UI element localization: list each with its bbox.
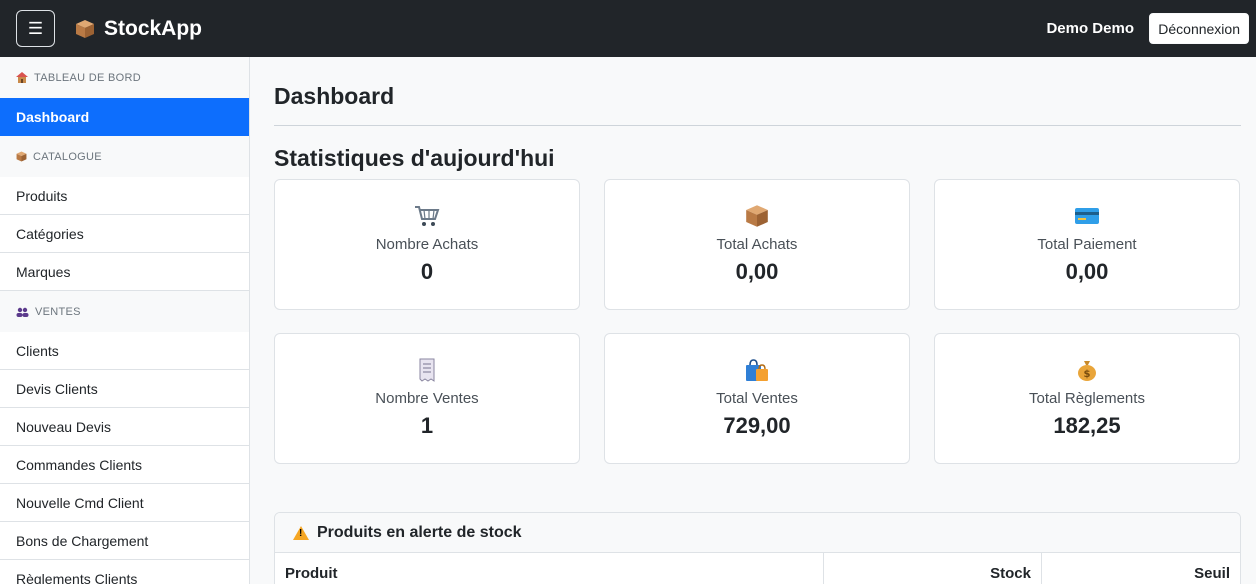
sidebar-item-produits[interactable]: Produits bbox=[0, 177, 249, 215]
page-title: Dashboard bbox=[274, 83, 395, 109]
receipt-icon bbox=[275, 358, 579, 382]
stock-alert-header: Produits en alerte de stock bbox=[275, 513, 1240, 553]
shopping-bags-icon bbox=[605, 358, 909, 382]
house-icon bbox=[16, 72, 28, 83]
package-icon bbox=[16, 151, 27, 162]
warning-icon bbox=[293, 525, 309, 540]
sidebar-item-nouveau-devis[interactable]: Nouveau Devis bbox=[0, 408, 249, 446]
stat-value: 0,00 bbox=[735, 259, 779, 284]
sidebar-item-commandes-clients[interactable]: Commandes Clients bbox=[0, 446, 249, 484]
stock-alert-title: Produits en alerte de stock bbox=[317, 523, 522, 541]
stats-title: Statistiques d'aujourd'hui bbox=[274, 145, 555, 171]
sidebar-item-dashboard[interactable]: Dashboard bbox=[0, 98, 249, 136]
logout-button[interactable]: Déconnexion bbox=[1149, 13, 1249, 44]
sidebar-item-categories[interactable]: Catégories bbox=[0, 215, 249, 253]
stat-label: Total Règlements bbox=[1029, 390, 1145, 407]
brand-name: StockApp bbox=[104, 16, 203, 40]
package-icon bbox=[605, 204, 909, 228]
stat-value: 729,00 bbox=[723, 413, 791, 438]
sidebar-section-catalogue: CATALOGUE bbox=[0, 136, 249, 177]
top-navbar: ☰ StockApp Demo Demo Déconnexion bbox=[0, 0, 1256, 57]
stat-label: Total Ventes bbox=[716, 390, 798, 407]
stat-label: Total Paiement bbox=[1037, 236, 1137, 253]
stat-card-total-achats: Total Achats 0,00 bbox=[604, 179, 910, 310]
stat-value: 182,25 bbox=[1053, 413, 1121, 438]
credit-card-icon bbox=[935, 204, 1239, 228]
menu-toggle-button[interactable]: ☰ bbox=[16, 10, 55, 47]
table-header-row: Produit Stock Seuil bbox=[275, 553, 1240, 584]
sidebar-item-nouvelle-cmd-client[interactable]: Nouvelle Cmd Client bbox=[0, 484, 249, 522]
sidebar-item-clients[interactable]: Clients bbox=[0, 332, 249, 370]
brand[interactable]: StockApp bbox=[75, 0, 202, 57]
sidebar-section-dashboard: TABLEAU DE BORD bbox=[0, 57, 249, 98]
column-header-produit[interactable]: Produit bbox=[275, 553, 824, 584]
hamburger-icon: ☰ bbox=[27, 18, 44, 38]
people-icon bbox=[16, 307, 29, 317]
column-header-seuil[interactable]: Seuil bbox=[1042, 553, 1240, 584]
sidebar-item-bons-de-chargement[interactable]: Bons de Chargement bbox=[0, 522, 249, 560]
stat-card-total-paiement: Total Paiement 0,00 bbox=[934, 179, 1240, 310]
stat-card-nombre-achats: Nombre Achats 0 bbox=[274, 179, 580, 310]
package-icon bbox=[75, 19, 95, 39]
sidebar-section-ventes: VENTES bbox=[0, 291, 249, 332]
shopping-cart-icon bbox=[275, 204, 579, 228]
divider bbox=[274, 125, 1241, 126]
svg-text:$: $ bbox=[1084, 369, 1091, 380]
stat-card-total-reglements: $ Total Règlements 182,25 bbox=[934, 333, 1240, 464]
stat-label: Nombre Ventes bbox=[375, 390, 479, 407]
stat-value: 0,00 bbox=[1065, 259, 1109, 284]
sidebar-item-reglements-clients[interactable]: Règlements Clients bbox=[0, 560, 249, 584]
stat-label: Nombre Achats bbox=[375, 236, 479, 253]
sidebar: TABLEAU DE BORD Dashboard CATALOGUE Prod… bbox=[0, 57, 250, 584]
stat-value: 0 bbox=[420, 259, 434, 284]
sidebar-item-devis-clients[interactable]: Devis Clients bbox=[0, 370, 249, 408]
user-name: Demo Demo bbox=[1046, 20, 1134, 37]
stat-label: Total Achats bbox=[716, 236, 798, 253]
sidebar-item-marques[interactable]: Marques bbox=[0, 253, 249, 291]
column-header-stock[interactable]: Stock bbox=[824, 553, 1042, 584]
stock-alert-panel: Produits en alerte de stock Produit Stoc… bbox=[274, 512, 1241, 584]
stat-card-total-ventes: Total Ventes 729,00 bbox=[604, 333, 910, 464]
money-bag-icon: $ bbox=[935, 358, 1239, 382]
stat-value: 1 bbox=[420, 413, 434, 438]
stat-card-nombre-ventes: Nombre Ventes 1 bbox=[274, 333, 580, 464]
